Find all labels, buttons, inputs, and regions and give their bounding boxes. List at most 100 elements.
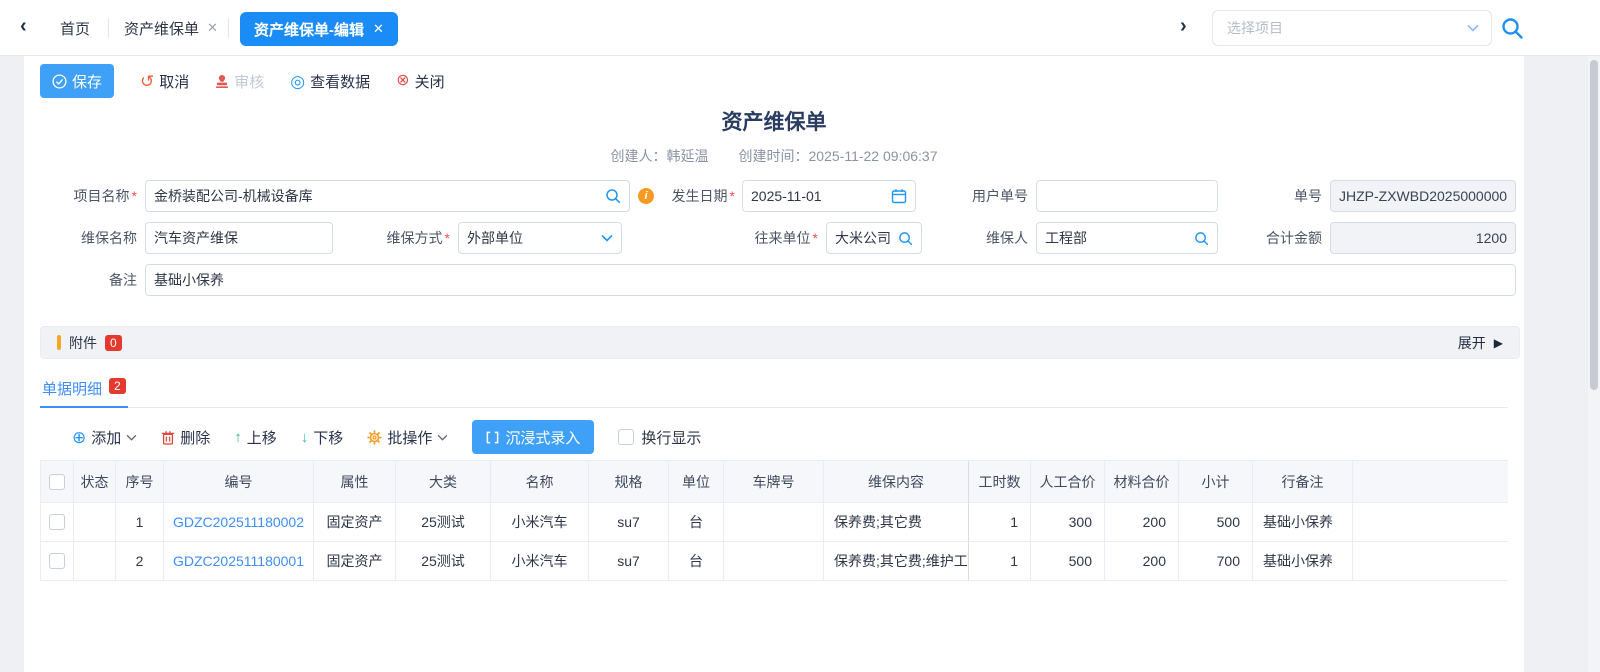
maintainer-field[interactable] (1036, 222, 1218, 254)
expand-arrow-icon: ▶ (1494, 336, 1503, 350)
tab-asset-maintenance-list[interactable]: 资产维保单 ✕ (124, 0, 218, 56)
add-row-button[interactable]: ⊕ 添加 (72, 427, 137, 448)
cell-subtotal: 700 (1179, 542, 1253, 581)
partner-unit-input[interactable] (835, 223, 894, 253)
total-amount-label: 合计金额 (1264, 222, 1322, 254)
trash-icon (161, 430, 175, 445)
col-hours: 工时数 (969, 461, 1031, 503)
audit-button[interactable]: 审核 (215, 71, 264, 92)
total-amount-value (1339, 223, 1507, 253)
chevron-down-icon (126, 434, 137, 441)
col-spec: 规格 (589, 461, 669, 503)
cell-status (74, 542, 116, 581)
tab-home[interactable]: 首页 (60, 0, 90, 56)
cell-content: 保养费;其它费;维护工时 (824, 542, 969, 581)
attachment-count-badge: 0 (105, 335, 122, 351)
col-labor: 人工合价 (1031, 461, 1105, 503)
global-search-icon[interactable] (1500, 16, 1524, 40)
tabs-scroll-left-icon[interactable]: ‹ (20, 15, 27, 38)
cell-attr: 固定资产 (314, 542, 396, 581)
project-select[interactable]: 选择项目 (1212, 10, 1492, 46)
asset-code-link[interactable]: GDZC202511180001 (173, 553, 304, 569)
row-checkbox[interactable] (49, 514, 65, 530)
table-row[interactable]: 2 GDZC202511180001 固定资产 25测试 小米汽车 su7 台 … (41, 542, 1508, 581)
delete-row-button[interactable]: 删除 (161, 427, 210, 448)
chevron-down-icon[interactable] (601, 234, 613, 242)
maintenance-method-select[interactable] (458, 222, 622, 254)
maintenance-method-label: 维保方式 (372, 222, 450, 254)
vertical-scrollbar[interactable] (1588, 56, 1600, 672)
cancel-button[interactable]: ↺ 取消 (140, 71, 189, 92)
tab-detail-lines[interactable]: 单据明细 2 (40, 378, 128, 408)
cell-spec: su7 (589, 542, 669, 581)
cell-labor: 500 (1031, 542, 1105, 581)
tabs-scroll-right-icon[interactable]: › (1180, 15, 1187, 38)
col-plate: 车牌号 (724, 461, 824, 503)
cell-labor: 300 (1031, 503, 1105, 542)
row-checkbox[interactable] (49, 553, 65, 569)
view-data-button[interactable]: ◎ 查看数据 (290, 71, 370, 92)
total-amount-field (1330, 222, 1516, 254)
expand-toggle[interactable]: 展开 ▶ (1458, 333, 1503, 353)
cell-spec: su7 (589, 503, 669, 542)
project-name-input[interactable] (154, 181, 601, 211)
cell-material: 200 (1105, 503, 1179, 542)
maintenance-name-field[interactable] (145, 222, 333, 254)
tab-asset-maintenance-edit-active[interactable]: 资产维保单-编辑 ✕ (240, 12, 398, 46)
tab-close-icon[interactable]: ✕ (207, 20, 218, 36)
col-line-remark: 行备注 (1253, 461, 1353, 503)
partner-unit-field[interactable] (826, 222, 922, 254)
asset-code-link[interactable]: GDZC202511180002 (173, 514, 304, 530)
tab-label: 资产维保单 (124, 18, 199, 39)
attachment-label: 附件 (69, 333, 97, 353)
close-circle-icon: ⊗ (396, 73, 409, 89)
close-button[interactable]: ⊗ 关闭 (396, 71, 444, 92)
batch-ops-button[interactable]: 批操作 (367, 427, 448, 448)
move-up-button[interactable]: ↑ 上移 (234, 427, 277, 448)
col-subtotal: 小计 (1179, 461, 1253, 503)
tab-close-icon[interactable]: ✕ (373, 21, 384, 37)
move-down-button[interactable]: ↓ 下移 (301, 427, 344, 448)
remark-field[interactable] (145, 264, 1516, 296)
document-toolbar: 保存 ↺ 取消 审核 ◎ 查看数据 ⊗ 关闭 (40, 64, 445, 98)
occur-date-input[interactable] (751, 181, 887, 211)
immersive-entry-button[interactable]: 沉浸式录入 (472, 420, 594, 454)
save-label: 保存 (72, 71, 102, 92)
maintainer-input[interactable] (1045, 223, 1190, 253)
cell-plate (724, 503, 824, 542)
search-icon[interactable] (898, 231, 913, 246)
search-icon[interactable] (605, 188, 621, 204)
col-seq: 序号 (116, 461, 164, 503)
project-name-field[interactable] (145, 180, 630, 212)
cell-name: 小米汽车 (491, 542, 589, 581)
wrap-display-checkbox[interactable]: 换行显示 (618, 427, 701, 448)
table-row[interactable]: 1 GDZC202511180002 固定资产 25测试 小米汽车 su7 台 … (41, 503, 1508, 542)
remark-input[interactable] (154, 265, 1507, 295)
occur-date-field[interactable] (742, 180, 916, 212)
fullscreen-brackets-icon (486, 431, 499, 444)
attachment-section-header[interactable]: 附件 0 展开 ▶ (40, 326, 1520, 359)
creator-value: 韩延温 (667, 148, 709, 164)
select-all-checkbox[interactable] (49, 474, 65, 490)
maintenance-name-label: 维保名称 (40, 222, 137, 254)
cell-seq: 1 (116, 503, 164, 542)
save-button[interactable]: 保存 (40, 64, 114, 98)
page-title: 资产维保单 (24, 106, 1524, 136)
cell-category: 25测试 (396, 503, 491, 542)
search-icon[interactable] (1194, 231, 1209, 246)
chevron-down-icon (1467, 24, 1479, 32)
col-filler (1353, 461, 1508, 503)
user-order-no-input[interactable] (1045, 181, 1209, 211)
gear-icon (367, 430, 382, 445)
cell-category: 25测试 (396, 542, 491, 581)
calendar-icon[interactable] (891, 188, 907, 204)
maintenance-method-value[interactable] (467, 223, 597, 253)
checkbox-icon[interactable] (618, 429, 634, 445)
scrollbar-thumb[interactable] (1590, 60, 1598, 390)
col-content: 维保内容 (824, 461, 969, 503)
cell-plate (724, 542, 824, 581)
maintenance-name-input[interactable] (154, 223, 324, 253)
info-icon[interactable]: i (638, 188, 654, 204)
project-select-placeholder: 选择项目 (1227, 18, 1467, 38)
user-order-no-field[interactable] (1036, 180, 1218, 212)
